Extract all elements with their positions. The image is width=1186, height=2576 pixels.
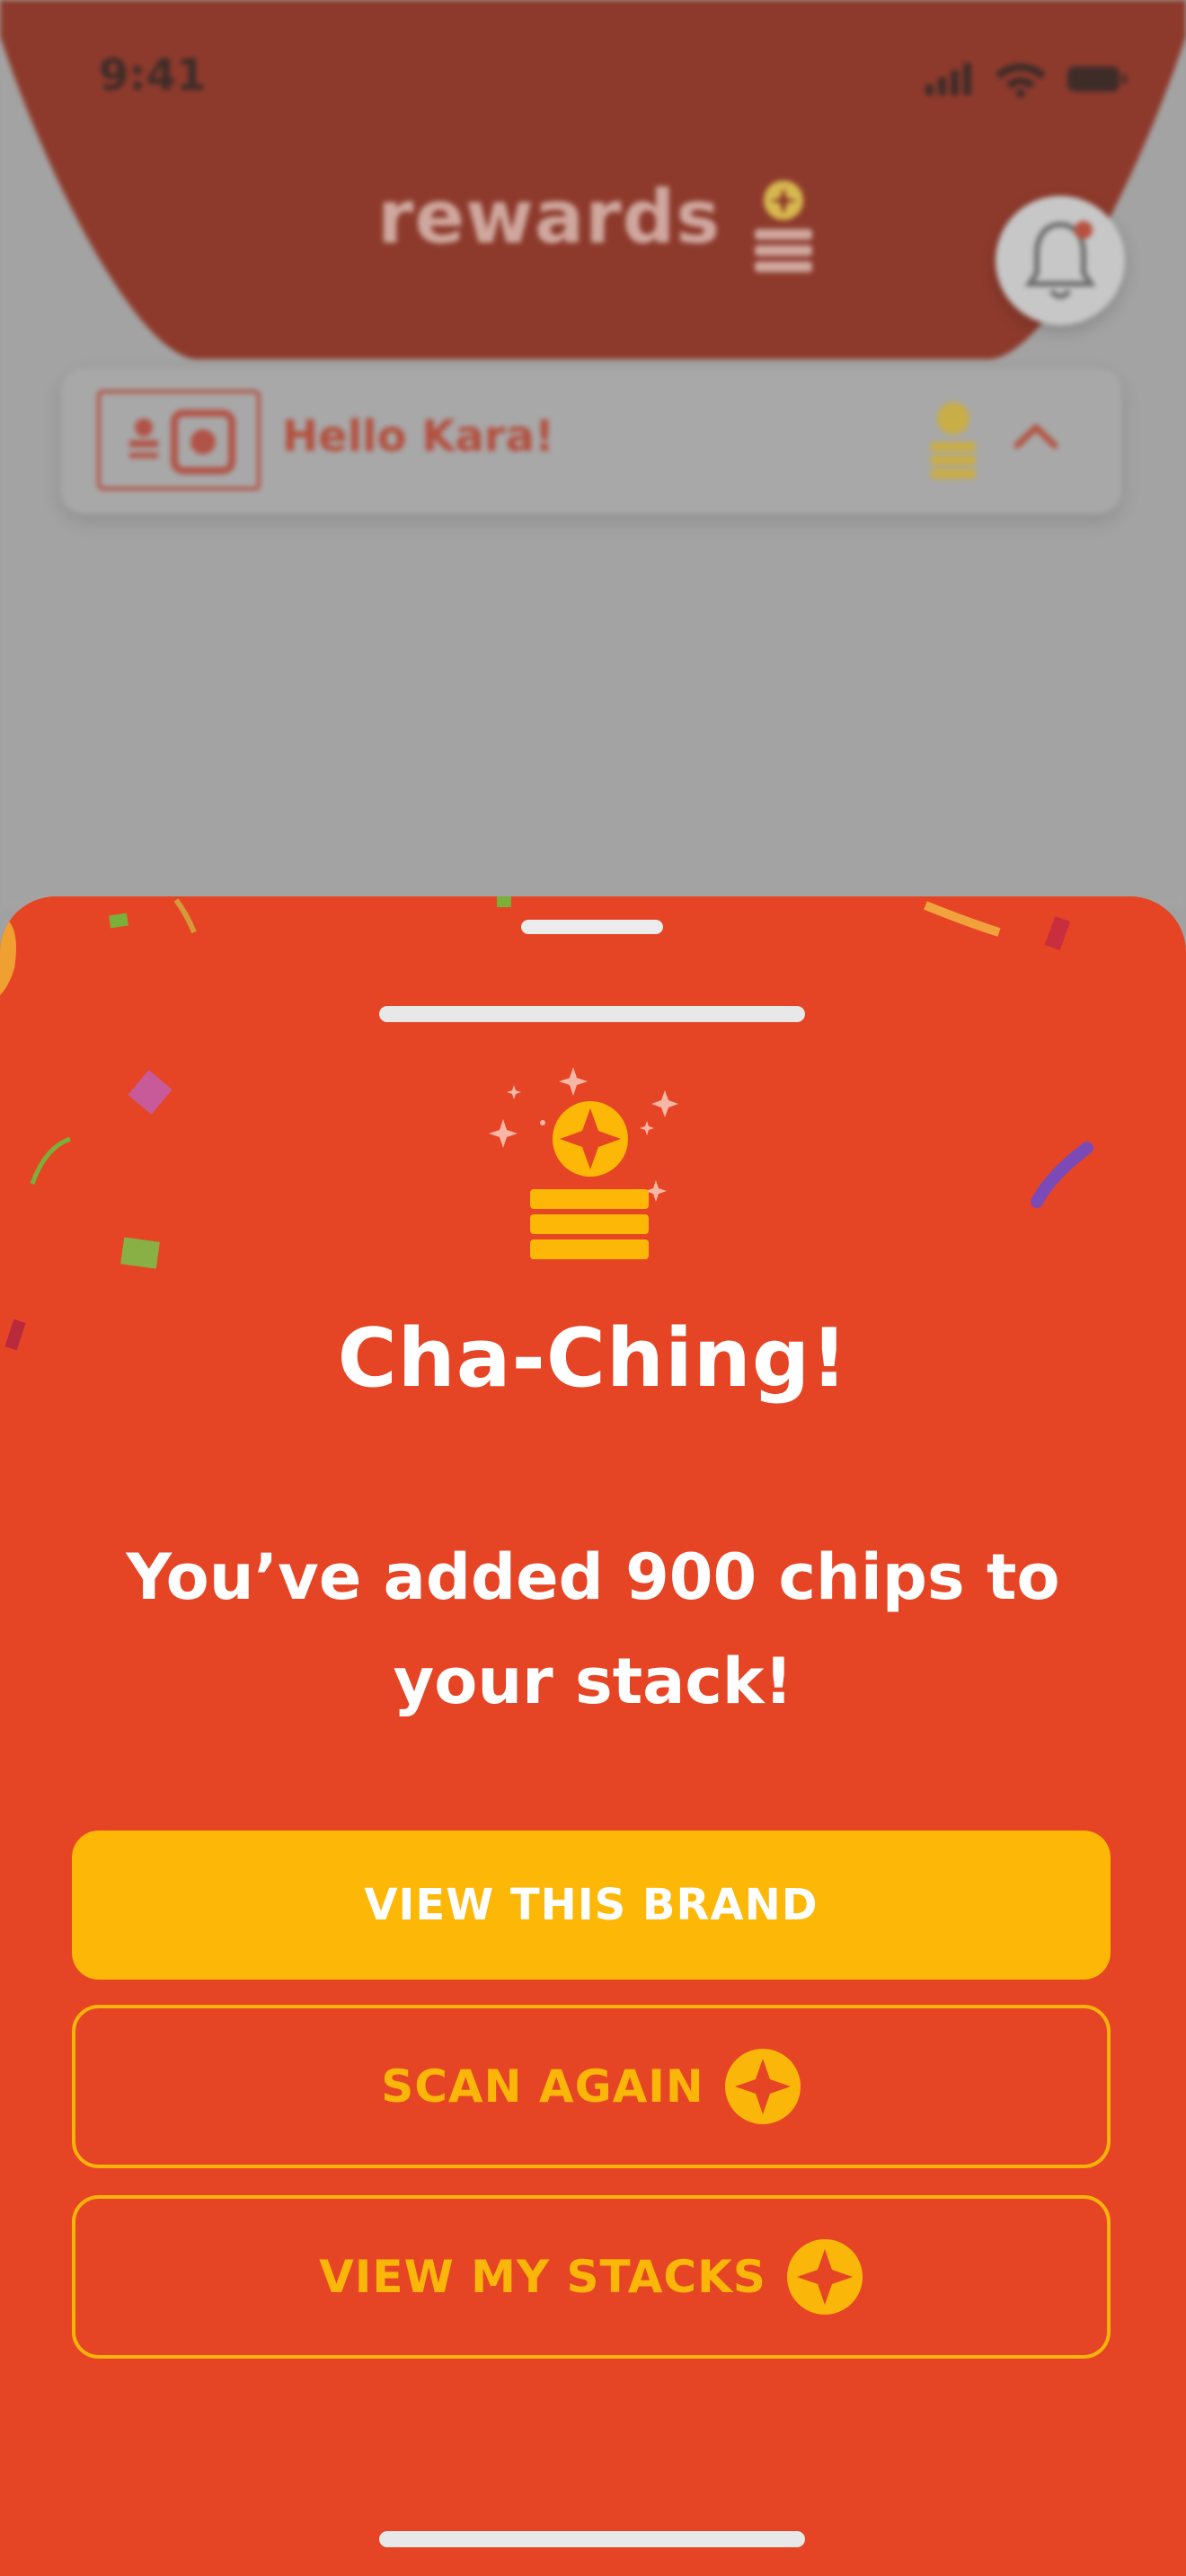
scan-again-label: SCAN AGAIN <box>381 2060 704 2113</box>
success-message: You’ve added 900 chips to your stack! <box>126 1540 1060 1718</box>
background-app: 9:41 rewards Hello Kara! <box>0 0 1186 907</box>
view-this-brand-button[interactable]: VIEW THIS BRAND <box>72 1831 1111 1980</box>
view-my-stacks-label: VIEW MY STACKS <box>319 2251 766 2303</box>
scan-again-button[interactable]: SCAN AGAIN <box>72 2005 1111 2168</box>
success-bottom-sheet: Cha-Ching! You’ve added 900 chips to you… <box>0 896 1186 2576</box>
status-time: 9:41 <box>99 50 207 101</box>
home-indicator <box>379 2531 805 2547</box>
notifications-button[interactable] <box>996 196 1125 325</box>
chevron-up-icon[interactable] <box>1013 422 1058 449</box>
rewards-logo: rewards <box>377 175 818 292</box>
sparkle-coin-icon <box>786 2239 863 2315</box>
chip-stack-icon <box>489 1067 678 1259</box>
greeting-text: Hello Kara! <box>282 411 554 462</box>
bell-icon <box>1024 221 1096 299</box>
content-handle <box>379 1006 805 1022</box>
chip-balance-icon <box>931 402 976 479</box>
view-my-stacks-button[interactable]: VIEW MY STACKS <box>72 2195 1111 2359</box>
user-card[interactable]: Hello Kara! <box>61 368 1121 514</box>
membership-card-icon <box>97 390 261 490</box>
view-this-brand-label: VIEW THIS BRAND <box>364 1880 819 1930</box>
status-icons <box>925 63 1127 98</box>
success-headline: Cha-Ching! <box>337 1311 849 1406</box>
logo-coin-icon <box>755 181 812 272</box>
sparkle-coin-icon <box>724 2049 801 2124</box>
